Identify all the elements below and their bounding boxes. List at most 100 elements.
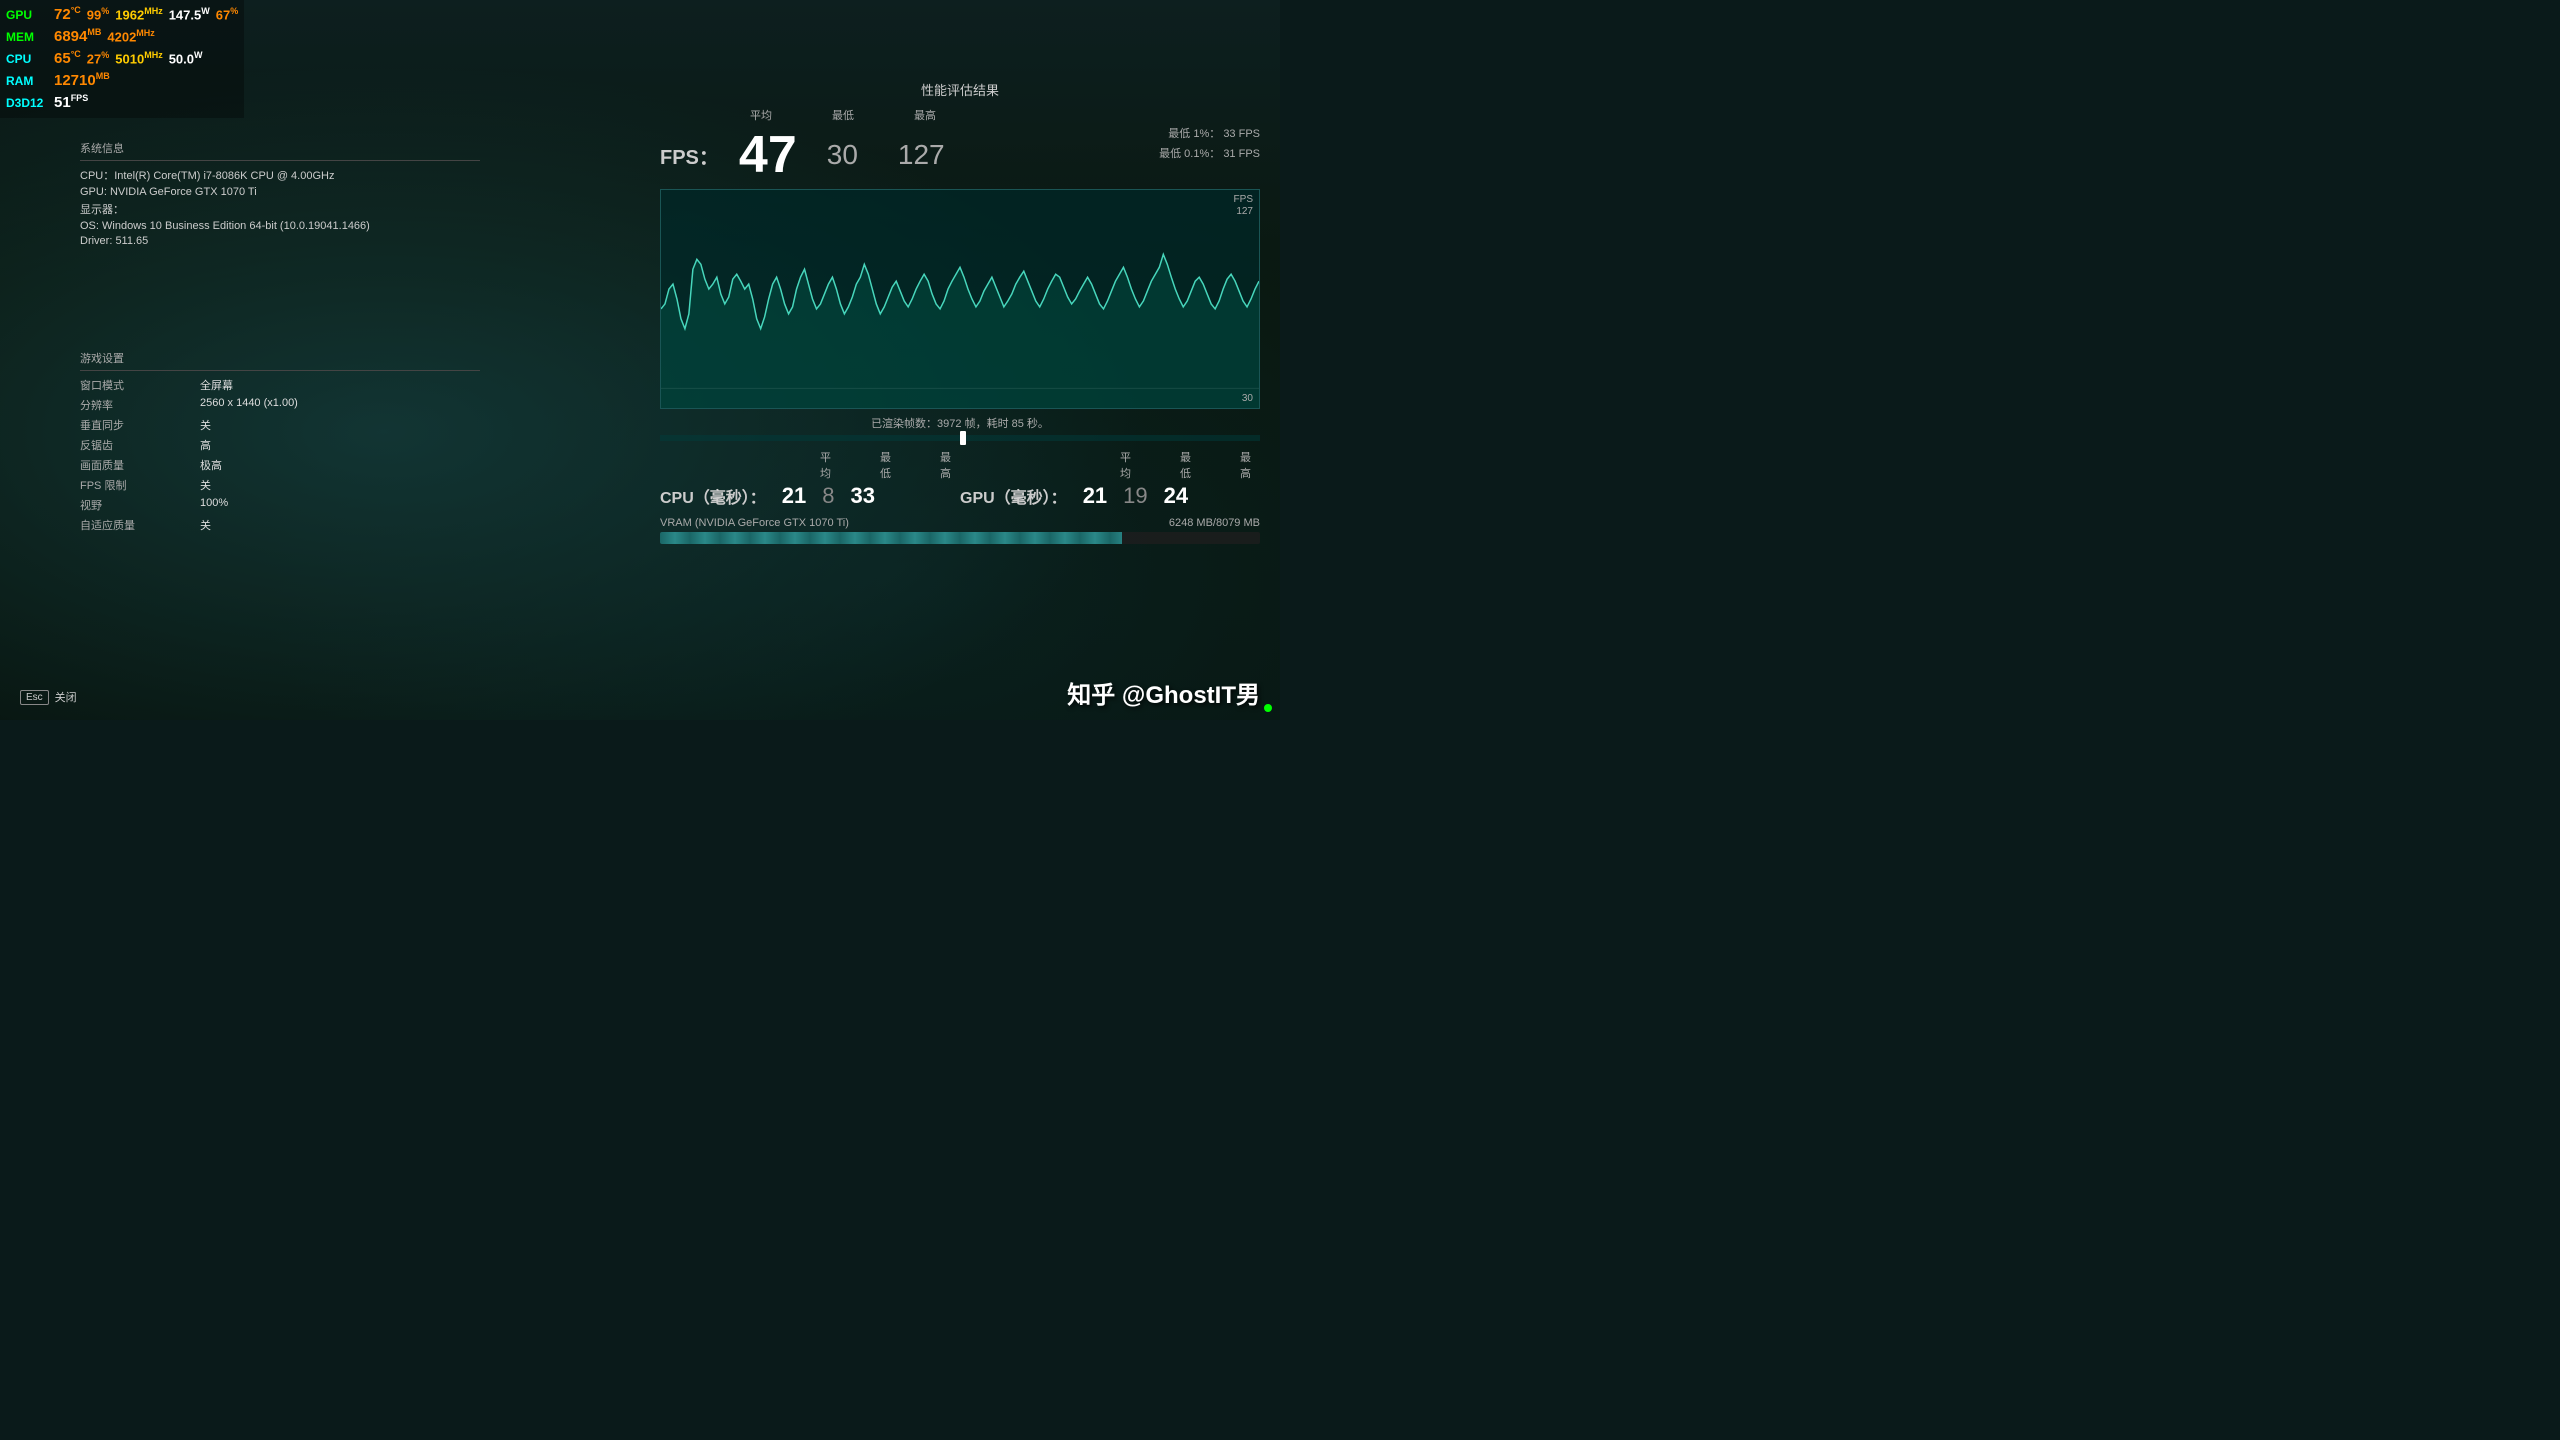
cpu-max-label: 最高 — [940, 449, 960, 481]
gpu-timing-section: 平均 最低 最高 GPU（毫秒）： 21 19 24 — [960, 449, 1260, 509]
game-settings-title: 游戏设置 — [80, 350, 480, 371]
ram-row: RAM 12710MB — [6, 70, 238, 91]
fps-chart-container: FPS 127 30 — [660, 189, 1260, 409]
settings-row: 视野 100% — [80, 497, 480, 513]
percentile1-row: 最低 1%： 33 FPS — [1159, 125, 1260, 145]
max-label: 最高 — [914, 107, 936, 123]
cpu-power: 50.0W — [169, 49, 203, 69]
vram-panel: VRAM (NVIDIA GeForce GTX 1070 Ti) 6248 M… — [660, 517, 1260, 544]
settings-val: 关 — [200, 477, 211, 493]
watermark: 知乎 @GhostIT男 — [1067, 675, 1260, 710]
cpu-ms-avg: 21 — [782, 483, 806, 509]
mem-value: 6894MB — [54, 26, 101, 47]
perf-title: 性能评估结果 — [640, 80, 1280, 99]
chart-min-label: 30 — [1242, 393, 1253, 404]
settings-val: 全屏幕 — [200, 377, 233, 393]
fps-sub-values: 30 127 — [827, 139, 945, 171]
gpu-label: GPU — [6, 7, 48, 24]
timeline-bar[interactable] — [660, 435, 1260, 441]
cpu-temp: 65°C — [54, 48, 81, 69]
vram-label: VRAM (NVIDIA GeForce GTX 1070 Ti) — [660, 517, 849, 529]
d3d-row: D3D12 51FPS — [6, 92, 238, 113]
sysinfo-gpu: GPU: NVIDIA GeForce GTX 1070 Ti — [80, 186, 480, 198]
gpu-ms-label: GPU（毫秒）： — [960, 484, 1067, 508]
gpu-timing-row: GPU（毫秒）： 21 19 24 — [960, 483, 1260, 509]
system-info-panel: 系统信息 CPU：Intel(R) Core(TM) i7-8086K CPU … — [80, 140, 480, 250]
settings-key: 画面质量 — [80, 457, 200, 473]
perf-panel: 性能评估结果 平均 最低 最高 FPS： 47 30 127 最低 1%： 33… — [640, 80, 1280, 544]
cpu-timing-row: CPU（毫秒）： 21 8 33 — [660, 483, 960, 509]
sysinfo-os: OS: Windows 10 Business Edition 64-bit (… — [80, 220, 480, 232]
cpu-ms-label: CPU（毫秒）： — [660, 484, 766, 508]
vram-bar-container — [660, 532, 1260, 544]
vram-header: VRAM (NVIDIA GeForce GTX 1070 Ti) 6248 M… — [660, 517, 1260, 529]
chart-fps-label: FPS — [1234, 194, 1253, 205]
cpu-timing-section: 平均 最低 最高 CPU（毫秒）： 21 8 33 — [660, 449, 960, 509]
settings-val: 关 — [200, 517, 211, 533]
min-label: 最低 — [832, 107, 854, 123]
gpu-ms-min: 19 — [1123, 483, 1147, 509]
settings-row: 窗口模式 全屏幕 — [80, 377, 480, 393]
gpu-clock: 1962MHz — [115, 5, 162, 25]
settings-key: 垂直同步 — [80, 417, 200, 433]
gpu-extra: 67% — [216, 5, 238, 25]
settings-row: 垂直同步 关 — [80, 417, 480, 433]
settings-row: 自适应质量 关 — [80, 517, 480, 533]
cpu-min-label: 最低 — [880, 449, 900, 481]
esc-close-button[interactable]: Esc 关闭 — [20, 689, 77, 705]
cpu-ms-min: 8 — [822, 483, 834, 509]
sysinfo-title: 系统信息 — [80, 140, 480, 161]
fps-stats-labels: 平均 最低 最高 — [640, 107, 1280, 123]
vram-usage: 6248 MB/8079 MB — [1169, 517, 1260, 529]
gpu-temp: 72°C — [54, 4, 81, 25]
gpu-ms-avg: 21 — [1083, 483, 1107, 509]
ram-value: 12710MB — [54, 70, 110, 91]
fps-header: FPS： 47 30 127 最低 1%： 33 FPS 最低 0.1%： 31… — [640, 125, 1280, 185]
settings-val: 2560 x 1440 (x1.00) — [200, 397, 298, 413]
settings-key: 自适应质量 — [80, 517, 200, 533]
gpu-load: 99% — [87, 5, 109, 25]
vram-bar-fill — [660, 532, 1122, 544]
settings-row: 反锯齿 高 — [80, 437, 480, 453]
mem-label: MEM — [6, 29, 48, 46]
settings-key: 反锯齿 — [80, 437, 200, 453]
fps-min-value: 30 — [827, 139, 858, 171]
settings-val: 极高 — [200, 457, 222, 473]
settings-row: FPS 限制 关 — [80, 477, 480, 493]
gpu-avg-label: 平均 — [1120, 449, 1140, 481]
cpu-row: CPU 65°C 27% 5010MHz 50.0W — [6, 48, 238, 69]
settings-key: FPS 限制 — [80, 477, 200, 493]
render-info: 已渲染帧数：3972 帧，耗时 85 秒。 — [640, 415, 1280, 431]
percentile1-val: 33 FPS — [1223, 128, 1260, 140]
fps-chart-svg — [661, 190, 1259, 408]
fps-avg-value: 47 — [739, 125, 797, 185]
gpu-ms-max: 24 — [1164, 483, 1188, 509]
fps-percentiles: 最低 1%： 33 FPS 最低 0.1%： 31 FPS — [1159, 125, 1260, 165]
esc-key: Esc — [20, 690, 49, 705]
timeline-indicator — [960, 431, 966, 445]
settings-key: 视野 — [80, 497, 200, 513]
d3d-label: D3D12 — [6, 95, 48, 112]
close-label: 关闭 — [55, 689, 77, 705]
settings-key: 分辨率 — [80, 397, 200, 413]
settings-val: 关 — [200, 417, 211, 433]
ram-label: RAM — [6, 73, 48, 90]
d3d-fps: 51FPS — [54, 92, 88, 113]
cpu-avg-label: 平均 — [820, 449, 840, 481]
cpu-ms-max: 33 — [851, 483, 875, 509]
cpu-label: CPU — [6, 51, 48, 68]
percentile1-label: 最低 1%： — [1168, 128, 1220, 140]
percentile01-label: 最低 0.1%： — [1159, 148, 1220, 160]
settings-row: 画面质量 极高 — [80, 457, 480, 473]
settings-val: 高 — [200, 437, 211, 453]
cpu-load: 27% — [87, 49, 109, 69]
cpu-clock: 5010MHz — [115, 49, 162, 69]
sysinfo-cpu: CPU：Intel(R) Core(TM) i7-8086K CPU @ 4.0… — [80, 167, 480, 183]
timing-panel: 平均 最低 最高 CPU（毫秒）： 21 8 33 平均 最低 最高 GPU（毫… — [640, 449, 1280, 509]
hw-monitor-overlay: GPU 72°C 99% 1962MHz 147.5W 67% MEM 6894… — [0, 0, 244, 118]
percentile01-val: 31 FPS — [1223, 148, 1260, 160]
mem-row: MEM 6894MB 4202MHz — [6, 26, 238, 47]
fps-label: FPS： — [660, 141, 719, 170]
chart-max-label: 127 — [1236, 206, 1253, 217]
gpu-max-label: 最高 — [1240, 449, 1260, 481]
